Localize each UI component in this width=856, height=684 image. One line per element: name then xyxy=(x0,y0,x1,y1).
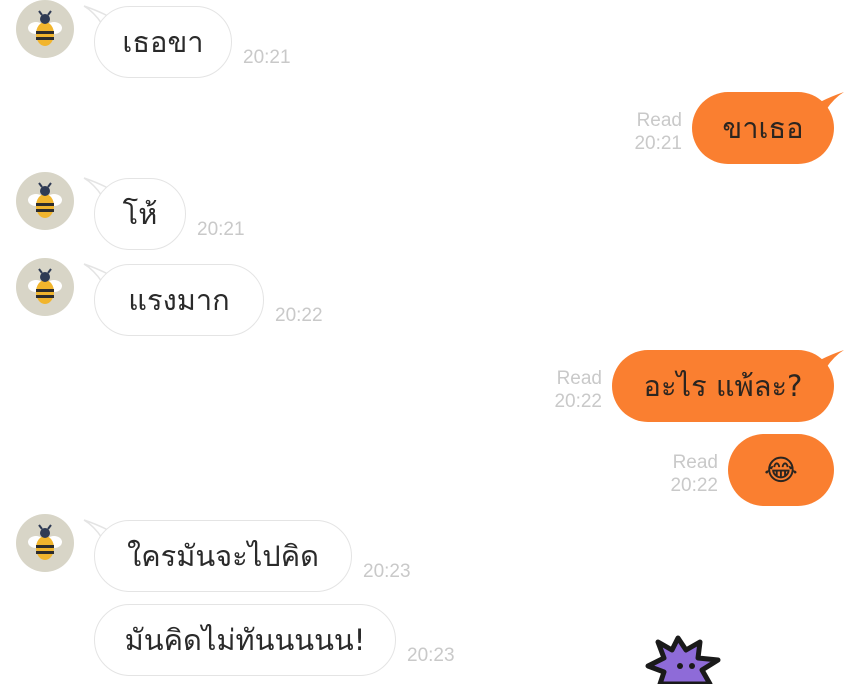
message-time: 20:22 xyxy=(554,391,602,412)
bee-icon xyxy=(28,268,62,304)
message-meta: Read 20:22 xyxy=(648,451,718,497)
message-bubble-outgoing[interactable]: 😂 xyxy=(728,434,834,506)
message-text: มันคิดไม่ทันนนนน! xyxy=(124,623,366,657)
contact-avatar[interactable] xyxy=(16,172,74,230)
purple-star-sticker-icon[interactable] xyxy=(640,632,730,684)
contact-avatar[interactable] xyxy=(16,0,74,58)
message-time: 20:22 xyxy=(670,475,718,496)
message-text: โห้ xyxy=(122,197,158,231)
message-time: 20:22 xyxy=(275,305,323,326)
message-time: 20:23 xyxy=(407,645,455,666)
message-bubble-incoming[interactable]: มันคิดไม่ทันนนนน! xyxy=(94,604,396,676)
message-meta: Read 20:22 xyxy=(532,367,602,413)
read-receipt: Read xyxy=(556,368,602,389)
message-bubble-incoming[interactable]: แรงมาก xyxy=(94,264,264,336)
message-bubble-incoming[interactable]: เธอขา xyxy=(94,6,232,78)
read-receipt: Read xyxy=(636,110,682,131)
message-text: แรงมาก xyxy=(128,283,230,317)
contact-avatar[interactable] xyxy=(16,514,74,572)
message-text: อะไร แพ้ละ? xyxy=(643,369,803,403)
message-bubble-incoming[interactable]: ใครมันจะไปคิด xyxy=(94,520,352,592)
contact-avatar[interactable] xyxy=(16,258,74,316)
message-meta: Read 20:21 xyxy=(612,109,682,155)
message-bubble-incoming[interactable]: โห้ xyxy=(94,178,186,250)
read-receipt: Read xyxy=(672,452,718,473)
bee-icon xyxy=(28,524,62,560)
message-time: 20:23 xyxy=(363,561,411,582)
message-time: 20:21 xyxy=(197,219,245,240)
bee-icon xyxy=(28,10,62,46)
message-bubble-outgoing[interactable]: ขาเธอ xyxy=(692,92,834,164)
message-text: 😂 xyxy=(764,453,798,487)
message-text: ขาเธอ xyxy=(722,111,804,145)
message-time: 20:21 xyxy=(243,47,291,68)
message-bubble-outgoing[interactable]: อะไร แพ้ละ? xyxy=(612,350,834,422)
bee-icon xyxy=(28,182,62,218)
message-text: ใครมันจะไปคิด xyxy=(127,539,319,573)
message-time: 20:21 xyxy=(634,133,682,154)
message-text: เธอขา xyxy=(122,25,204,59)
